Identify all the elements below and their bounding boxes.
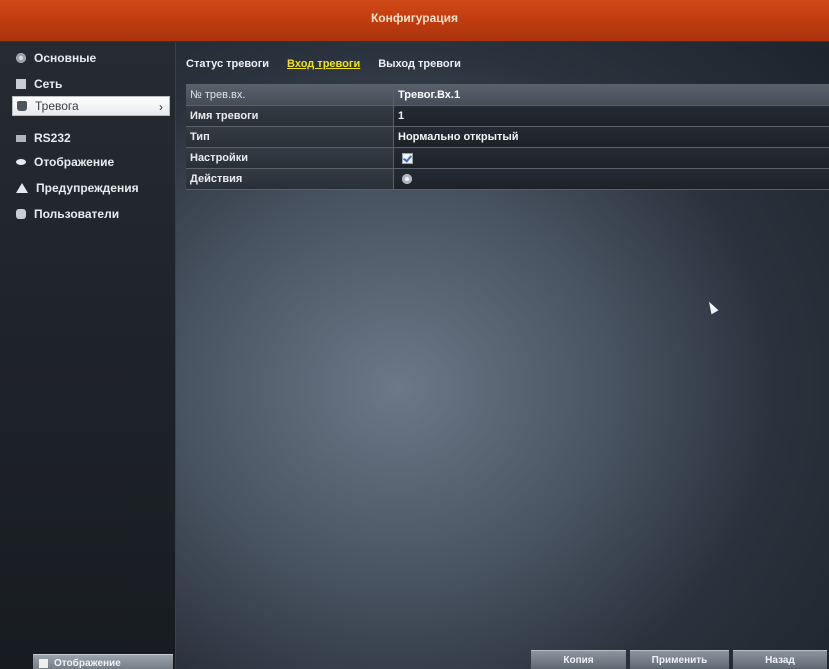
sidebar-item-display[interactable]: Отображение — [12, 152, 170, 172]
apply-button[interactable]: Применить — [630, 650, 729, 669]
sidebar: Основные Сеть Тревога › RS232 Отображени… — [0, 42, 176, 669]
home-icon — [39, 659, 48, 668]
tab-alarm-input[interactable]: Вход тревоги — [287, 58, 360, 76]
table-row: Имя тревоги 1 — [186, 106, 829, 127]
network-icon — [16, 79, 26, 89]
live-view-button[interactable]: Отображение — [33, 654, 173, 669]
copy-button[interactable]: Копия — [531, 650, 626, 669]
rs232-icon — [16, 134, 26, 142]
row-label: Тип — [186, 127, 394, 147]
sidebar-item-alarm[interactable]: Тревога › — [12, 96, 170, 116]
row-label: Действия — [186, 169, 394, 189]
sidebar-item-label: Основные — [34, 51, 97, 65]
sidebar-item-label: Пользователи — [34, 207, 120, 221]
live-view-label: Отображение — [54, 658, 121, 669]
bell-icon — [17, 101, 27, 111]
sidebar-item-label: Сеть — [34, 77, 63, 91]
gear-icon[interactable] — [402, 174, 412, 184]
alarm-input-select[interactable]: Тревог.Вх.1 — [394, 85, 829, 105]
sidebar-item-label: Отображение — [34, 155, 115, 169]
title-bar: Конфигурация — [0, 0, 829, 42]
table-row: Тип Нормально открытый — [186, 127, 829, 148]
window-title: Конфигурация — [370, 11, 459, 25]
chevron-right-icon: › — [159, 100, 163, 114]
tab-alarm-output[interactable]: Выход тревоги — [378, 58, 461, 76]
sidebar-item-users[interactable]: Пользователи — [12, 204, 170, 224]
row-label: Имя тревоги — [186, 106, 394, 126]
tab-alarm-status[interactable]: Статус тревоги — [186, 58, 269, 76]
sidebar-item-network[interactable]: Сеть — [12, 74, 170, 94]
alarm-name-field[interactable]: 1 — [394, 106, 829, 126]
actions-cell — [394, 169, 829, 189]
sidebar-item-general[interactable]: Основные — [12, 48, 170, 68]
action-bar: Копия Применить Назад — [531, 650, 827, 669]
settings-cell — [394, 148, 829, 168]
screen: Конфигурация Основные Сеть Тревога › RS2… — [0, 0, 829, 669]
gear-icon — [16, 53, 26, 63]
mouse-cursor-icon — [705, 299, 719, 315]
settings-checkbox[interactable] — [402, 152, 413, 164]
row-label: Настройки — [186, 148, 394, 168]
row-label: № трев.вх. — [186, 85, 394, 105]
sidebar-item-label: Предупреждения — [36, 181, 139, 195]
eye-icon — [16, 159, 26, 165]
table-row: Настройки — [186, 148, 829, 169]
users-icon — [16, 209, 26, 219]
sidebar-item-warnings[interactable]: Предупреждения — [12, 178, 170, 198]
sidebar-item-rs232[interactable]: RS232 — [12, 128, 170, 148]
sidebar-item-label: RS232 — [34, 131, 71, 145]
settings-table: № трев.вх. Тревог.Вх.1 Имя тревоги 1 Тип… — [186, 84, 829, 190]
alarm-type-select[interactable]: Нормально открытый — [394, 127, 829, 147]
sidebar-item-label: Тревога — [35, 99, 79, 113]
table-row[interactable]: № трев.вх. Тревог.Вх.1 — [186, 85, 829, 106]
back-button[interactable]: Назад — [733, 650, 827, 669]
table-row: Действия — [186, 169, 829, 190]
warning-icon — [16, 183, 28, 193]
tab-bar: Статус тревоги Вход тревоги Выход тревог… — [186, 58, 461, 76]
